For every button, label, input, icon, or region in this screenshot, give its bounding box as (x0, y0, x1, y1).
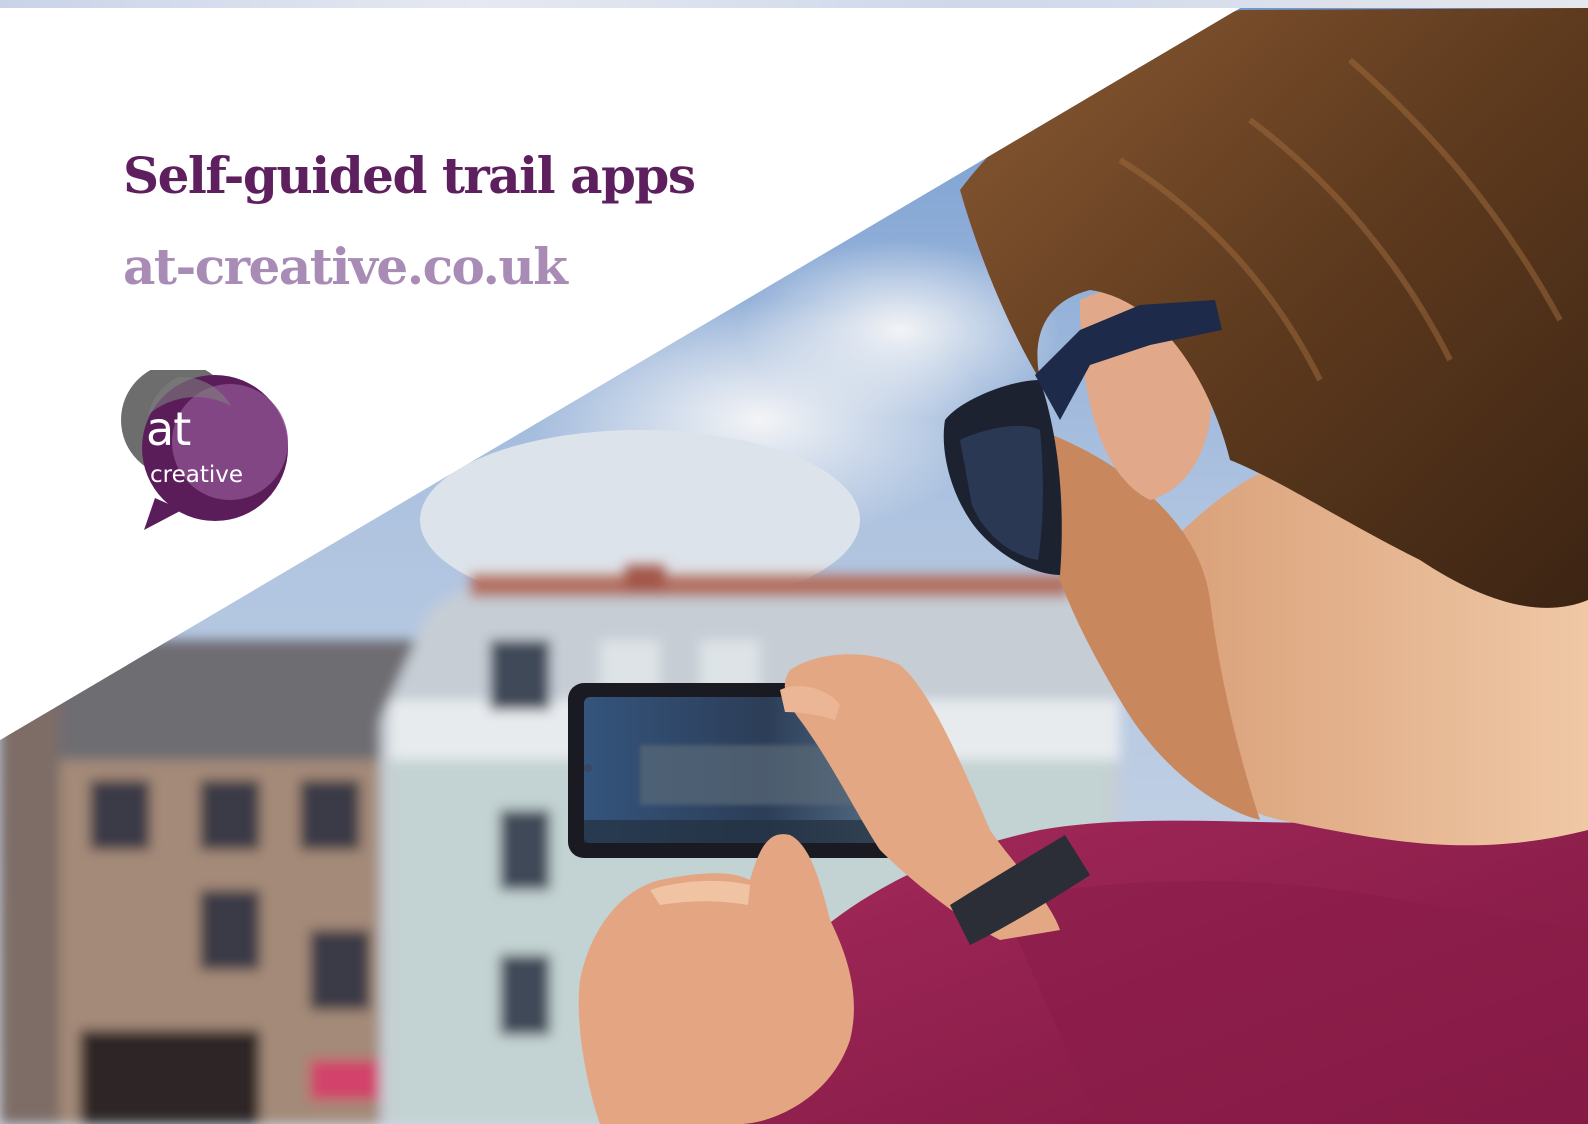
cover-page: Self-guided trail apps at-creative.co.uk… (0, 0, 1588, 1124)
top-strip (0, 0, 1588, 8)
website-url[interactable]: at-creative.co.uk (123, 237, 568, 296)
logo-text-at: at (146, 402, 191, 456)
page-title: Self-guided trail apps (123, 146, 696, 205)
at-creative-logo: at creative (120, 370, 292, 532)
logo-text-creative: creative (150, 462, 244, 488)
